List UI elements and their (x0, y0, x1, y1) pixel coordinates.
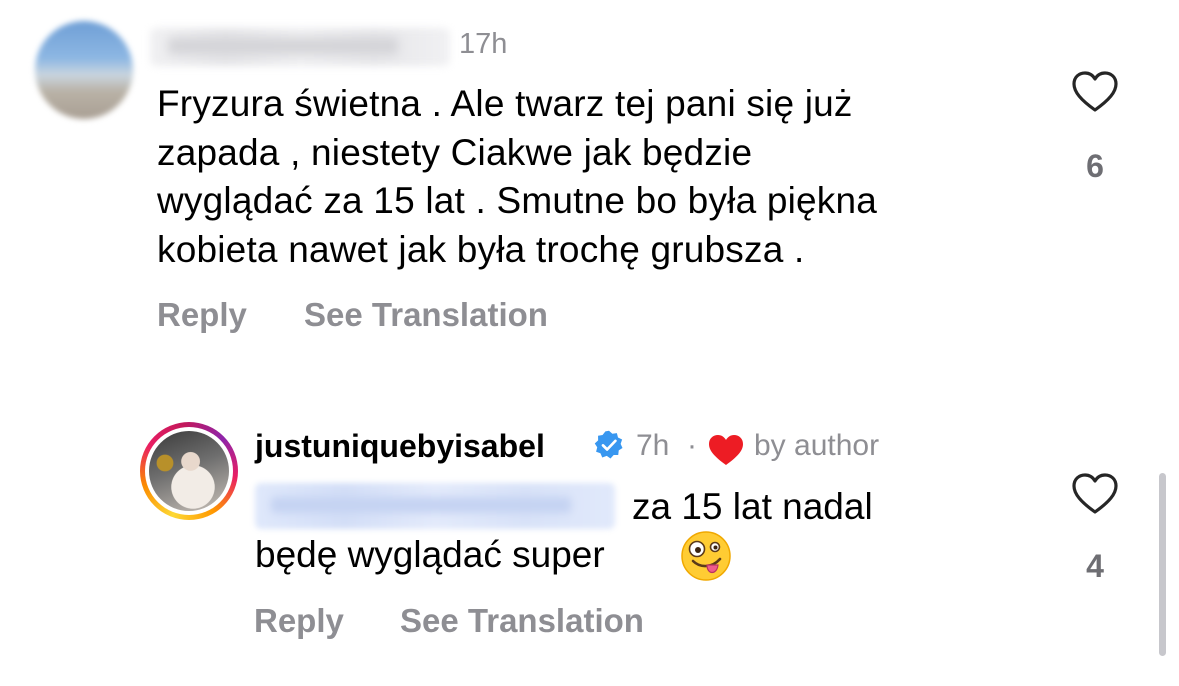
like-count: 4 (1086, 548, 1104, 584)
comment-text-line: wyglądać za 15 lat . Smutne bo była pięk… (157, 180, 878, 221)
see-translation-button[interactable]: See Translation (400, 602, 644, 640)
author-username[interactable]: justuniquebyisabel (255, 428, 545, 465)
comment-text-line: kobieta nawet jak była trochę grubsza . (157, 228, 805, 270)
verified-badge-icon (594, 430, 623, 459)
by-author-label: by author (754, 429, 880, 462)
reply-button[interactable]: Reply (157, 296, 247, 334)
comment-text: Fryzura świetna . Ale twarz tej pani się… (157, 80, 1037, 274)
commenter-avatar[interactable] (35, 21, 133, 119)
zany-face-emoji-icon (681, 531, 731, 581)
scrollbar[interactable] (1159, 473, 1166, 656)
blurred-mention-link[interactable] (255, 483, 615, 529)
comment-text-line: zapada , niestety Ciakwe jak będzie (157, 131, 753, 173)
heart-outline-icon[interactable] (1071, 472, 1119, 516)
comment-time: 17h (459, 28, 508, 60)
author-avatar-story-ring[interactable] (140, 422, 238, 520)
separator-dot: · (687, 429, 697, 462)
see-translation-button[interactable]: See Translation (304, 296, 548, 334)
liked-by-author-heart-icon (709, 435, 743, 465)
reply-button[interactable]: Reply (254, 602, 344, 640)
heart-outline-icon[interactable] (1071, 70, 1119, 114)
comment-2-reply: justuniquebyisabel 7h · by author za 15 … (0, 380, 1179, 686)
author-avatar (149, 431, 229, 511)
like-count: 6 (1086, 148, 1104, 184)
reply-text-part-1: za 15 lat nadal (632, 486, 873, 527)
reply-time: 7h (636, 429, 670, 462)
blurred-username[interactable] (150, 28, 450, 66)
comment-text-line: Fryzura świetna . Ale twarz tej pani się… (157, 83, 853, 124)
comment-1: 17h Fryzura świetna . Ale twarz tej pani… (0, 0, 1179, 380)
reply-text-part-2: będę wyglądać super (255, 534, 605, 575)
